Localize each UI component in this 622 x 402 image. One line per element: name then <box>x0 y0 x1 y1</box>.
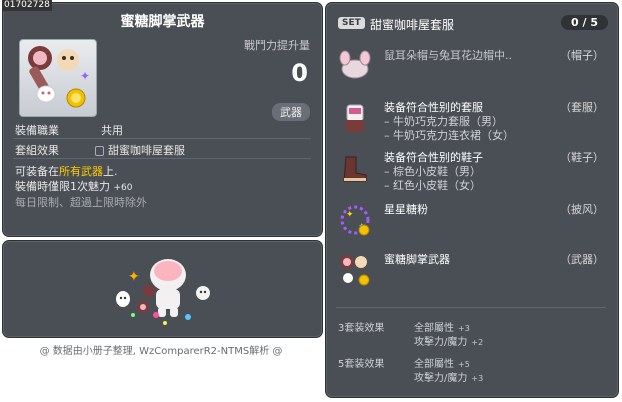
set-bonus-5: 5套装效果 全部屬性 +5 攻擊力/魔力 +3 <box>338 355 483 384</box>
charm-limit-value: +60 <box>113 183 133 193</box>
set-item-sub: – 牛奶巧克力连衣裙（女） <box>384 129 514 142</box>
divider <box>336 307 606 308</box>
set-count-badge: 0 / 5 <box>561 15 608 30</box>
set-bonus-3: 3套装效果 全部屬性 +3 攻擊力/魔力 +2 <box>338 319 483 348</box>
star-powder-icon: ✦ ✦ <box>340 205 370 236</box>
job-value: 共用 <box>101 124 123 137</box>
set-item-name: 鼠耳朵帽与兔耳花边帽中.. <box>384 49 512 62</box>
set-name: 甜蜜咖啡屋套服 <box>370 18 455 32</box>
set-item-slot: （披风） <box>560 203 604 216</box>
bunny-hat-icon <box>339 50 371 79</box>
item-tooltip-panel: 蜜糖脚掌武器 ✦ 戰鬥力提升量 0 武器 裝備職業 共用 套組效果 甜蜜咖啡屋套服… <box>2 2 323 237</box>
set-bonus-label: 3套装效果 <box>338 323 385 334</box>
set-item-name: 星星糖粉 <box>384 203 428 216</box>
set-item-hat: 鼠耳朵帽与兔耳花边帽中.. （帽子） <box>336 47 608 87</box>
data-source-credit: @ 数据由小册子整理, WzComparerR2-NTMS解析 @ <box>39 346 283 357</box>
set-item-slot: （帽子） <box>560 49 604 62</box>
paw-weapon-icon <box>340 255 370 286</box>
item-id-label: 01702728 <box>2 0 52 11</box>
paw-weapon-icon: ✦ <box>28 46 90 108</box>
charm-limit-text: 裝備時僅限1次魅力 <box>15 180 110 193</box>
item-icon: ✦ <box>19 39 97 117</box>
lock-icon <box>95 146 104 156</box>
power-increase-value: 0 <box>291 59 308 87</box>
set-bonus-stat: 全部屬性 +5 <box>414 359 470 370</box>
set-item-sub: – 红色小皮鞋（女） <box>384 179 481 192</box>
character-preview-panel: ✦ <box>2 240 323 338</box>
set-badge: SET <box>338 17 365 29</box>
daily-limit-note: 每日限制、超過上限時除外 <box>15 196 147 209</box>
set-item-cape: ✦ ✦ 星星糖粉 （披风） <box>336 201 608 241</box>
set-bonus-stat: 全部屬性 +3 <box>414 323 470 334</box>
set-effect-label: 套組效果 <box>15 144 59 157</box>
job-row: 裝備職業 共用 <box>15 122 123 138</box>
highlight-all-weapons: 所有武器 <box>59 165 103 178</box>
svg-text:✦: ✦ <box>80 69 90 83</box>
shoes-icon <box>343 156 367 182</box>
job-label: 裝備職業 <box>15 124 59 137</box>
set-effect-value: 甜蜜咖啡屋套服 <box>108 144 185 157</box>
set-effect-row: 套組效果 甜蜜咖啡屋套服 <box>15 142 185 158</box>
set-bonus-stat: 攻擊力/魔力 +3 <box>414 373 484 384</box>
weapon-type-badge: 武器 <box>272 103 310 121</box>
set-item-name: 蜜糖脚掌武器 <box>384 253 450 266</box>
set-info-panel: SET 甜蜜咖啡屋套服 0 / 5 鼠耳朵帽与兔耳花边帽中.. （帽子） 装备符… <box>325 2 619 398</box>
charm-limit-row: 裝備時僅限1次魅力 +60 <box>15 178 133 194</box>
set-item-slot: （鞋子） <box>560 151 604 164</box>
set-bonus-stat: 攻擊力/魔力 +2 <box>414 337 484 348</box>
equip-description: 可装备在所有武器上. <box>15 165 118 178</box>
set-item-slot: （套服） <box>560 101 604 114</box>
power-increase-label: 戰鬥力提升量 <box>244 39 310 52</box>
set-bonus-label: 5套装效果 <box>338 359 385 370</box>
divider <box>13 138 311 139</box>
item-title: 蜜糖脚掌武器 <box>120 14 205 30</box>
character-preview: ✦ <box>116 259 210 325</box>
outfit-icon <box>346 104 364 132</box>
svg-text:✦: ✦ <box>128 269 140 285</box>
divider <box>13 158 311 159</box>
svg-text:✦: ✦ <box>346 210 354 220</box>
set-item-slot: （武器） <box>560 253 604 266</box>
set-item-weapon: 蜜糖脚掌武器 （武器） <box>336 251 608 291</box>
set-item-overall: 装备符合性别的套服 （套服） – 牛奶巧克力套服（男） – 牛奶巧克力连衣裙（女… <box>336 99 608 145</box>
set-item-shoes: 装备符合性别的鞋子 （鞋子） – 棕色小皮鞋（男） – 红色小皮鞋（女） <box>336 149 608 195</box>
